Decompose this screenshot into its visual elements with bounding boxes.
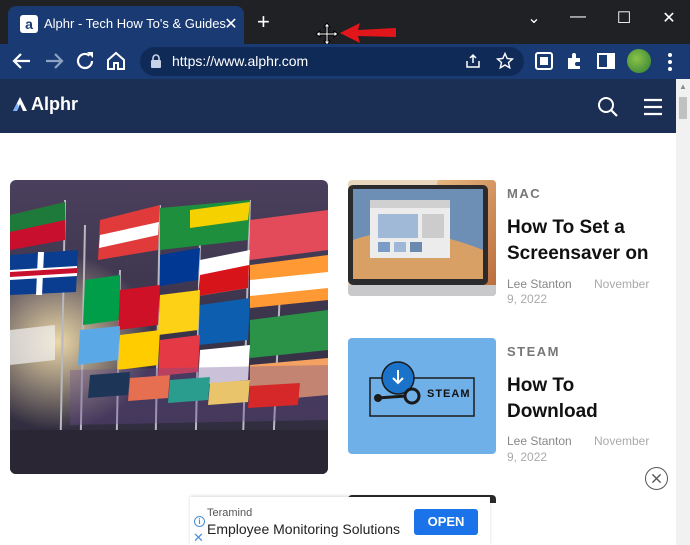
back-arrow-icon[interactable] <box>10 49 34 73</box>
browser-toolbar: https://www.alphr.com <box>0 44 690 79</box>
article-date: November <box>594 434 650 448</box>
maximize-button[interactable]: ☐ <box>612 8 636 28</box>
article-title-line1[interactable]: How To <box>507 373 672 398</box>
ad-close-icon[interactable] <box>645 467 668 490</box>
extensions-icon[interactable] <box>563 49 587 73</box>
article-thumbnail-steam[interactable]: STEAM <box>348 338 496 454</box>
browser-tab[interactable]: a Alphr - Tech How To's & Guides ✕ <box>8 6 244 44</box>
article-date-cont: 9, 2022 <box>507 292 548 306</box>
reload-icon[interactable] <box>73 49 97 73</box>
tab-strip: a Alphr - Tech How To's & Guides ✕ + ⌄ —… <box>0 0 690 46</box>
search-icon[interactable] <box>597 96 619 118</box>
forward-arrow-icon[interactable] <box>42 49 66 73</box>
ad-banner[interactable]: i ✕ Teramind Employee Monitoring Solutio… <box>190 497 490 545</box>
red-arrow-annotation <box>340 23 396 43</box>
close-window-button[interactable]: ✕ <box>657 8 681 28</box>
tab-close-button[interactable]: ✕ <box>222 14 240 34</box>
ad-open-button[interactable]: OPEN <box>414 509 478 535</box>
move-cursor-icon <box>315 22 339 46</box>
lock-icon[interactable] <box>150 54 162 68</box>
tab-title: Alphr - Tech How To's & Guides <box>44 16 226 31</box>
sidepanel-icon[interactable] <box>594 49 618 73</box>
ad-title[interactable]: Employee Monitoring Solutions <box>207 521 400 537</box>
article-category[interactable]: STEAM <box>507 344 560 359</box>
tab-favicon: a <box>20 15 38 33</box>
minimize-button[interactable]: — <box>566 8 590 26</box>
page-scrollbar[interactable]: ▲ <box>676 79 690 545</box>
url-text[interactable]: https://www.alphr.com <box>172 53 308 69</box>
ad-brand: Teramind <box>207 507 253 519</box>
article-author[interactable]: Lee Stanton <box>507 277 572 291</box>
screenshot-icon[interactable] <box>532 49 556 73</box>
kebab-menu-icon[interactable] <box>660 50 680 74</box>
share-icon[interactable] <box>464 52 482 70</box>
ad-info-icon[interactable]: i <box>194 516 205 527</box>
site-logo[interactable]: Alphr <box>12 94 78 115</box>
alphr-logo-icon <box>13 97 27 111</box>
tab-search-button[interactable]: ⌄ <box>522 8 546 28</box>
star-icon[interactable] <box>496 52 514 70</box>
hamburger-menu-icon[interactable] <box>642 97 664 117</box>
featured-article-image[interactable] <box>10 180 328 474</box>
scroll-thumb[interactable] <box>679 97 687 119</box>
article-thumbnail-mac[interactable] <box>348 180 496 296</box>
home-icon[interactable] <box>104 49 128 73</box>
logo-text: Alphr <box>31 94 78 114</box>
article-title-line2[interactable]: Download <box>507 399 672 424</box>
profile-avatar[interactable] <box>627 49 651 73</box>
new-tab-button[interactable]: + <box>257 11 270 33</box>
article-title-line1[interactable]: How To Set a <box>507 215 672 240</box>
site-header: Alphr <box>0 79 676 133</box>
article-category[interactable]: MAC <box>507 186 541 201</box>
article-title-line2[interactable]: Screensaver on <box>507 241 672 266</box>
article-author[interactable]: Lee Stanton <box>507 434 572 448</box>
article-date: November <box>594 277 650 291</box>
article-date-cont: 9, 2022 <box>507 450 548 464</box>
scroll-up-icon[interactable]: ▲ <box>679 82 687 91</box>
address-bar[interactable]: https://www.alphr.com <box>140 47 524 76</box>
steam-thumb-label: STEAM <box>427 388 471 400</box>
ad-dismiss-icon[interactable]: ✕ <box>193 530 204 545</box>
